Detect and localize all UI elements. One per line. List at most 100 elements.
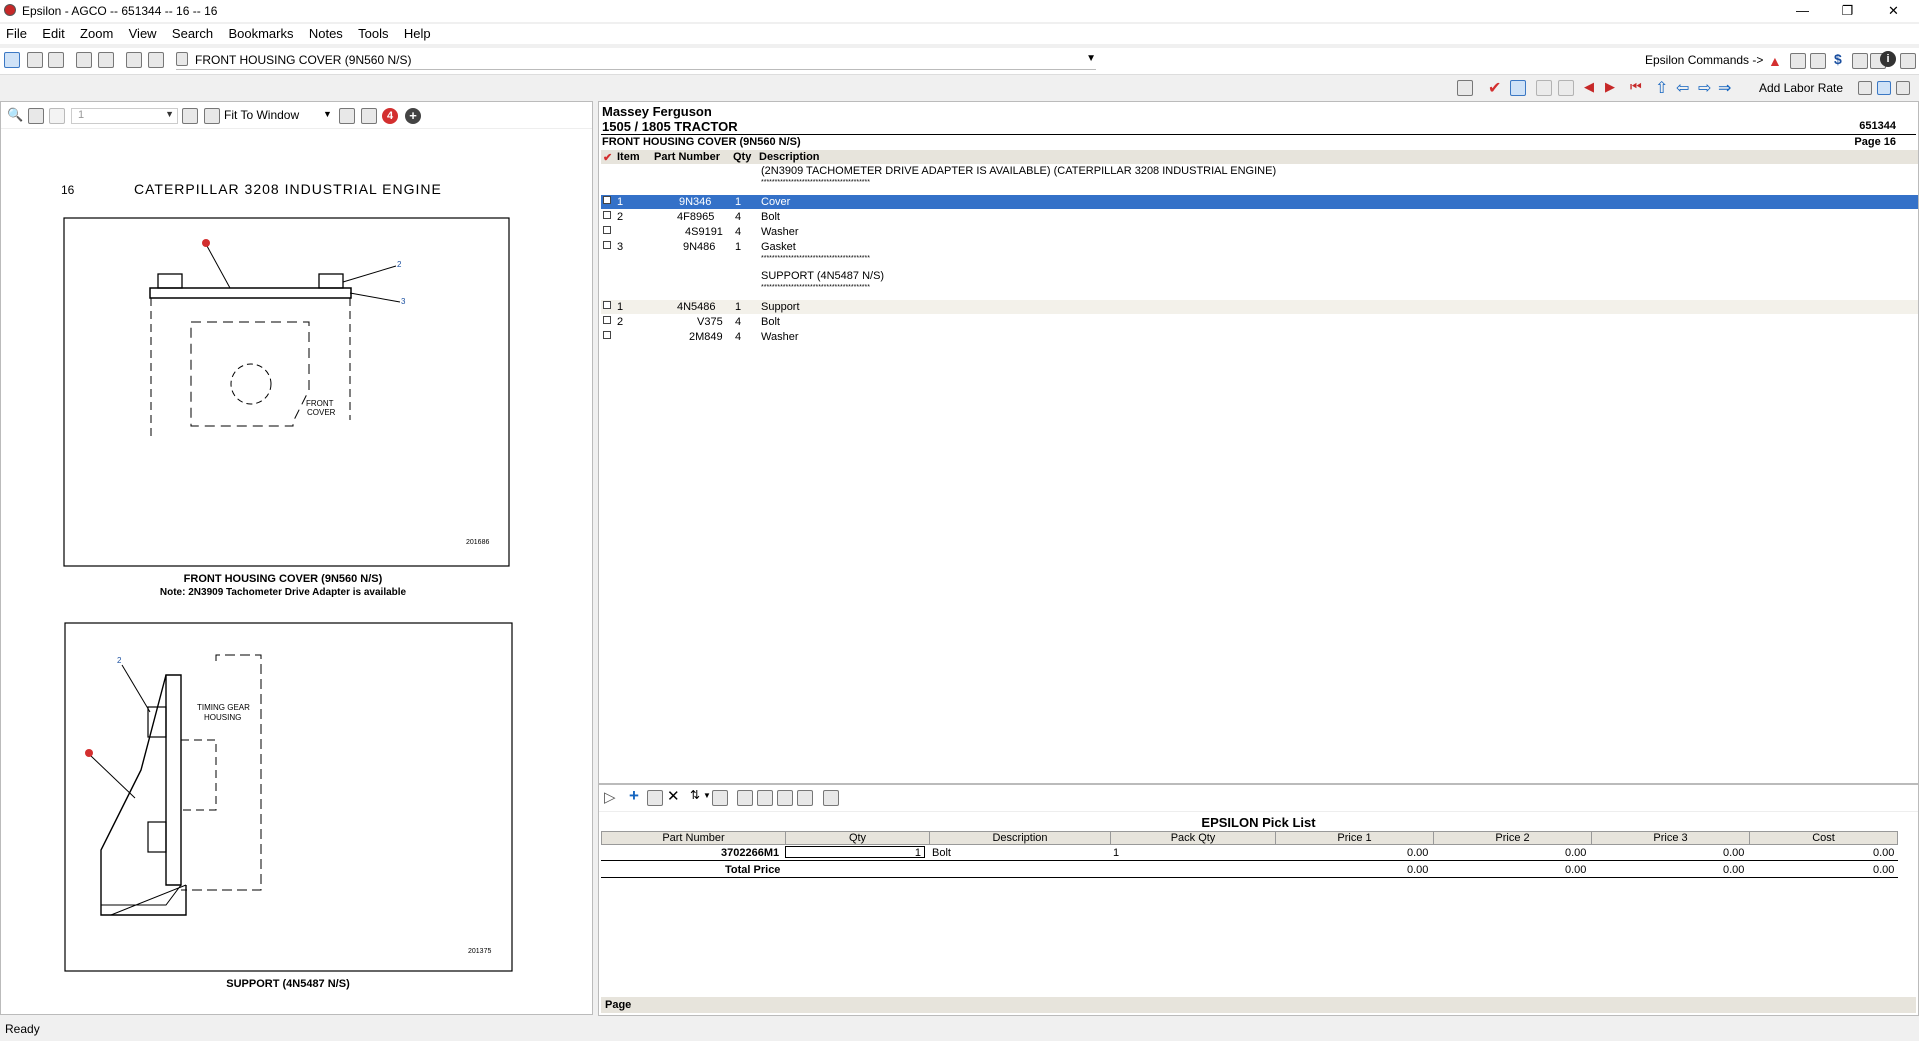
pane-minimize-icon[interactable] xyxy=(1858,81,1872,95)
row-checkbox[interactable] xyxy=(603,331,611,339)
minimize-button[interactable]: — xyxy=(1780,0,1825,22)
open-folder-icon[interactable] xyxy=(4,52,20,68)
col-part-number[interactable]: Part Number xyxy=(654,151,720,163)
chevron-down-icon[interactable]: ▼ xyxy=(323,109,332,119)
table-row[interactable]: 4S9191 4 Washer xyxy=(601,225,1918,239)
pick-col-pack-qty[interactable]: Pack Qty xyxy=(1111,832,1276,844)
zoom-area-icon[interactable] xyxy=(28,108,44,124)
figure2-caption: SUPPORT (4N5487 N/S) xyxy=(226,978,350,990)
add-circle-icon[interactable]: + xyxy=(405,108,421,124)
arrow-up-icon[interactable]: ⇧ xyxy=(1655,78,1668,98)
pick-desc: Bolt xyxy=(932,847,951,859)
notes-count-badge[interactable]: 4 xyxy=(382,108,398,124)
table-row[interactable]: 1 4N5486 1 Support xyxy=(601,300,1918,314)
bookmark-icon[interactable] xyxy=(148,52,164,68)
zoom-select[interactable]: Fit To Window xyxy=(224,108,299,122)
play-icon[interactable]: ▷ xyxy=(604,788,616,806)
send-icon[interactable] xyxy=(777,790,793,806)
restore-button[interactable]: ❐ xyxy=(1825,0,1870,22)
col-qty[interactable]: Qty xyxy=(733,151,751,163)
print-list-icon[interactable] xyxy=(823,790,839,806)
print-icon[interactable] xyxy=(48,52,64,68)
chevron-down-icon[interactable]: ▼ xyxy=(1086,53,1096,64)
delete-icon[interactable]: ✕ xyxy=(667,787,680,805)
add-labor-rate-button[interactable]: Add Labor Rate xyxy=(1759,81,1843,95)
table-row[interactable]: 2 V375 4 Bolt xyxy=(601,315,1918,329)
forward-history-icon[interactable] xyxy=(1558,80,1574,96)
menu-file[interactable]: File xyxy=(6,24,27,44)
menu-search[interactable]: Search xyxy=(172,24,213,44)
edit-icon[interactable] xyxy=(647,790,663,806)
warning-icon[interactable]: ▲ xyxy=(1768,53,1782,69)
arrow-left-icon[interactable]: ⇦ xyxy=(1676,78,1689,98)
refresh-icon[interactable] xyxy=(361,108,377,124)
menu-edit[interactable]: Edit xyxy=(42,24,64,44)
pick-col-qty[interactable]: Qty xyxy=(786,832,930,844)
chevron-down-icon[interactable]: ▼ xyxy=(165,109,174,119)
network-icon[interactable] xyxy=(1852,53,1868,69)
next-page-icon[interactable]: ▶ xyxy=(1605,79,1615,95)
chevron-down-icon[interactable]: ▼ xyxy=(703,791,711,800)
pick-col-description[interactable]: Description xyxy=(930,832,1111,844)
export-list-icon[interactable] xyxy=(757,790,773,806)
pane-maximize-icon[interactable] xyxy=(1896,81,1910,95)
menu-zoom[interactable]: Zoom xyxy=(80,24,113,44)
menu-notes[interactable]: Notes xyxy=(309,24,343,44)
row-checkbox[interactable] xyxy=(603,241,611,249)
sort-icon[interactable]: ⇅ xyxy=(690,788,700,802)
menu-view[interactable]: View xyxy=(129,24,157,44)
parts-icon[interactable] xyxy=(76,52,92,68)
export-icon[interactable] xyxy=(339,108,355,124)
back-history-icon[interactable] xyxy=(1536,80,1552,96)
document-combo[interactable]: FRONT HOUSING COVER (9N560 N/S) ▼ xyxy=(176,51,1096,70)
first-page-icon[interactable]: ⏮ xyxy=(1630,79,1642,95)
table-row[interactable]: 1 9N346 1 Cover xyxy=(601,195,1918,209)
tree-icon[interactable] xyxy=(1810,53,1826,69)
pick-col-price1[interactable]: Price 1 xyxy=(1276,832,1434,844)
row-checkbox[interactable] xyxy=(603,211,611,219)
row-checkbox[interactable] xyxy=(603,301,611,309)
close-button[interactable]: ✕ xyxy=(1871,0,1916,22)
menu-bookmarks[interactable]: Bookmarks xyxy=(228,24,293,44)
pick-col-price2[interactable]: Price 2 xyxy=(1434,832,1592,844)
pick-col-part[interactable]: Part Number xyxy=(602,832,786,844)
info-icon[interactable]: i xyxy=(1880,51,1896,67)
page-select[interactable]: 1 ▼ xyxy=(71,108,178,124)
menu-help[interactable]: Help xyxy=(404,24,431,44)
previous-page-icon[interactable]: ◀ xyxy=(1584,79,1594,95)
magnifier-icon[interactable]: 🔍 xyxy=(7,107,23,123)
table-row[interactable]: 2 4F8965 4 Bolt xyxy=(601,210,1918,224)
check-all-icon[interactable]: ✔ xyxy=(603,151,612,164)
pane-restore-icon[interactable] xyxy=(1877,81,1891,95)
transfer-icon[interactable] xyxy=(797,790,813,806)
book-icon[interactable] xyxy=(126,52,142,68)
checkmark-icon[interactable]: ✔ xyxy=(1488,78,1501,98)
pick-col-price3[interactable]: Price 3 xyxy=(1592,832,1750,844)
pick-qty-input[interactable]: 1 xyxy=(785,846,925,859)
document-icon[interactable] xyxy=(27,52,43,68)
filter-icon[interactable] xyxy=(712,790,728,806)
col-description[interactable]: Description xyxy=(759,151,820,163)
user-lock-icon[interactable] xyxy=(1900,53,1916,69)
table-row[interactable]: 2M849 4 Washer xyxy=(601,330,1918,344)
table-row[interactable]: 3 9N486 1 Gasket xyxy=(601,240,1918,254)
menu-tools[interactable]: Tools xyxy=(358,24,388,44)
arrow-right-icon[interactable]: ⇨ xyxy=(1698,78,1711,98)
pick-list-row[interactable]: 3702266M1 1 Bolt 1 0.00 0.00 0.00 0.00 xyxy=(601,846,1898,861)
pick-col-cost[interactable]: Cost xyxy=(1750,832,1898,844)
row-checkbox[interactable] xyxy=(603,196,611,204)
row-checkbox[interactable] xyxy=(603,316,611,324)
add-icon[interactable]: + xyxy=(629,786,639,806)
fit-window-icon[interactable] xyxy=(204,108,220,124)
double-arrow-right-icon[interactable]: ⇒ xyxy=(1718,78,1731,98)
cart-icon[interactable] xyxy=(1510,80,1526,96)
pan-icon[interactable] xyxy=(49,108,65,124)
edit-note-icon[interactable] xyxy=(1457,80,1473,96)
fit-page-icon[interactable] xyxy=(182,108,198,124)
dollar-icon[interactable]: $ xyxy=(1834,51,1842,67)
row-checkbox[interactable] xyxy=(603,226,611,234)
import-icon[interactable] xyxy=(737,790,753,806)
col-item[interactable]: Item xyxy=(617,151,640,163)
catalog-icon[interactable] xyxy=(1790,53,1806,69)
parts-search-icon[interactable] xyxy=(98,52,114,68)
